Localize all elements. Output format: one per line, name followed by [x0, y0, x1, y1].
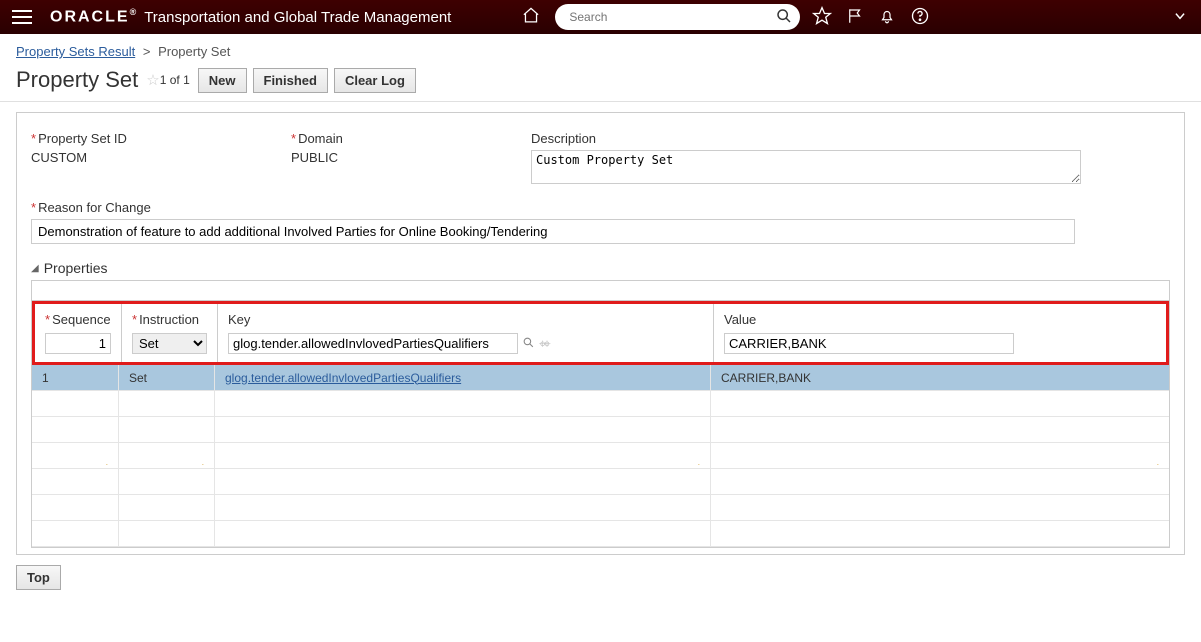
favorite-icon[interactable]	[812, 6, 832, 29]
expand-icon[interactable]	[1171, 9, 1189, 26]
grid-input-row: *Sequence *Instruction Set Key ⌖⌖ Value	[32, 301, 1169, 365]
help-icon[interactable]	[910, 6, 930, 29]
table-row[interactable]	[32, 417, 1169, 443]
cell-value: CARRIER,BANK	[710, 365, 1169, 390]
domain-label: *Domain	[291, 131, 491, 146]
footer: Top	[0, 555, 1201, 600]
properties-grid: *Sequence *Instruction Set Key ⌖⌖ Value	[31, 280, 1170, 548]
clear-log-button[interactable]: Clear Log	[334, 68, 416, 93]
table-row[interactable]: 1 Set glog.tender.allowedInvlovedParties…	[32, 365, 1169, 391]
favorite-star-icon[interactable]: ☆	[146, 71, 159, 89]
flag-icon[interactable]	[846, 6, 864, 29]
table-row[interactable]	[32, 521, 1169, 547]
property-set-id-value: CUSTOM	[31, 150, 251, 165]
brand-logo: ORACLE®	[50, 7, 136, 26]
property-set-id-label: *Property Set ID	[31, 131, 251, 146]
key-input[interactable]	[228, 333, 518, 354]
top-button[interactable]: Top	[16, 565, 61, 590]
record-counter: 1 of 1	[160, 73, 190, 87]
app-header: ORACLE® Transportation and Global Trade …	[0, 0, 1201, 34]
properties-section-title: Properties	[44, 260, 108, 276]
description-input[interactable]	[531, 150, 1081, 184]
finished-button[interactable]: Finished	[253, 68, 328, 93]
menu-icon[interactable]	[12, 10, 32, 24]
grid-body: 1 Set glog.tender.allowedInvlovedParties…	[32, 365, 1169, 547]
new-button[interactable]: New	[198, 68, 247, 93]
header-icons	[812, 6, 930, 29]
breadcrumb-current: Property Set	[158, 44, 230, 59]
cell-instruction: Set	[118, 365, 214, 390]
reason-input[interactable]	[31, 219, 1075, 244]
description-label: Description	[531, 131, 1081, 146]
breadcrumb-sep: >	[143, 44, 151, 59]
value-input[interactable]	[724, 333, 1014, 354]
table-row[interactable]	[32, 469, 1169, 495]
titlebar: Property Set ☆ 1 of 1 New Finished Clear…	[0, 65, 1201, 102]
table-row[interactable]	[32, 391, 1169, 417]
collapse-icon[interactable]: ◢	[31, 263, 39, 274]
sequence-input[interactable]	[45, 333, 111, 354]
properties-section-header: ◢ Properties	[31, 260, 1170, 276]
table-row[interactable]	[32, 495, 1169, 521]
domain-value: PUBLIC	[291, 150, 491, 165]
search-icon[interactable]	[776, 8, 792, 27]
reason-label: *Reason for Change	[31, 200, 1170, 215]
col-instruction-label: *Instruction	[132, 312, 207, 327]
app-title: Transportation and Global Trade Manageme…	[144, 9, 451, 26]
cell-sequence: 1	[32, 365, 118, 390]
page-title: Property Set	[16, 67, 138, 93]
table-row[interactable]: ....	[32, 443, 1169, 469]
home-icon[interactable]	[521, 6, 541, 28]
breadcrumb-parent[interactable]: Property Sets Result	[16, 44, 135, 59]
col-sequence-label: *Sequence	[45, 312, 111, 327]
col-key-label: Key	[228, 312, 703, 327]
search-box[interactable]	[555, 4, 800, 30]
key-link-icon[interactable]: ⌖⌖	[539, 336, 548, 352]
cell-key-link[interactable]: glog.tender.allowedInvlovedPartiesQualif…	[225, 371, 461, 385]
key-search-icon[interactable]	[522, 336, 535, 352]
bell-icon[interactable]	[878, 6, 896, 29]
col-value-label: Value	[724, 312, 1156, 327]
breadcrumb: Property Sets Result > Property Set	[0, 34, 1201, 65]
form-panel: *Property Set ID CUSTOM *Domain PUBLIC D…	[16, 112, 1185, 555]
search-input[interactable]	[569, 10, 776, 24]
instruction-select[interactable]: Set	[132, 333, 207, 354]
